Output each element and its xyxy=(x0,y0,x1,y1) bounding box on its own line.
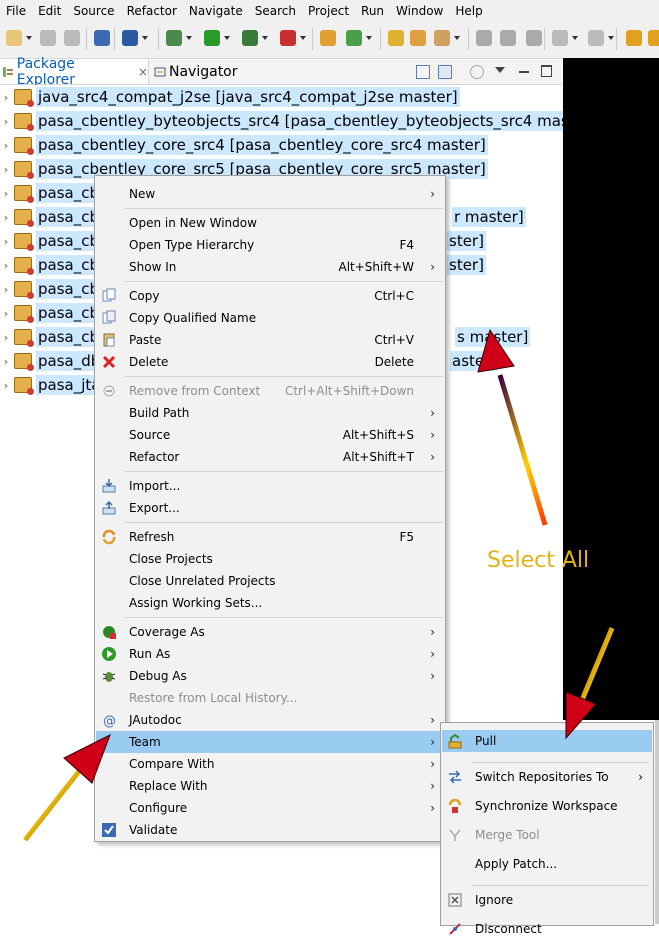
annotation-arrows xyxy=(23,328,615,842)
arrow-to-selection xyxy=(477,328,548,526)
menu-item-label: Disconnect xyxy=(475,922,542,936)
arrow-to-pull xyxy=(565,627,615,740)
arrow-to-team xyxy=(23,733,111,842)
